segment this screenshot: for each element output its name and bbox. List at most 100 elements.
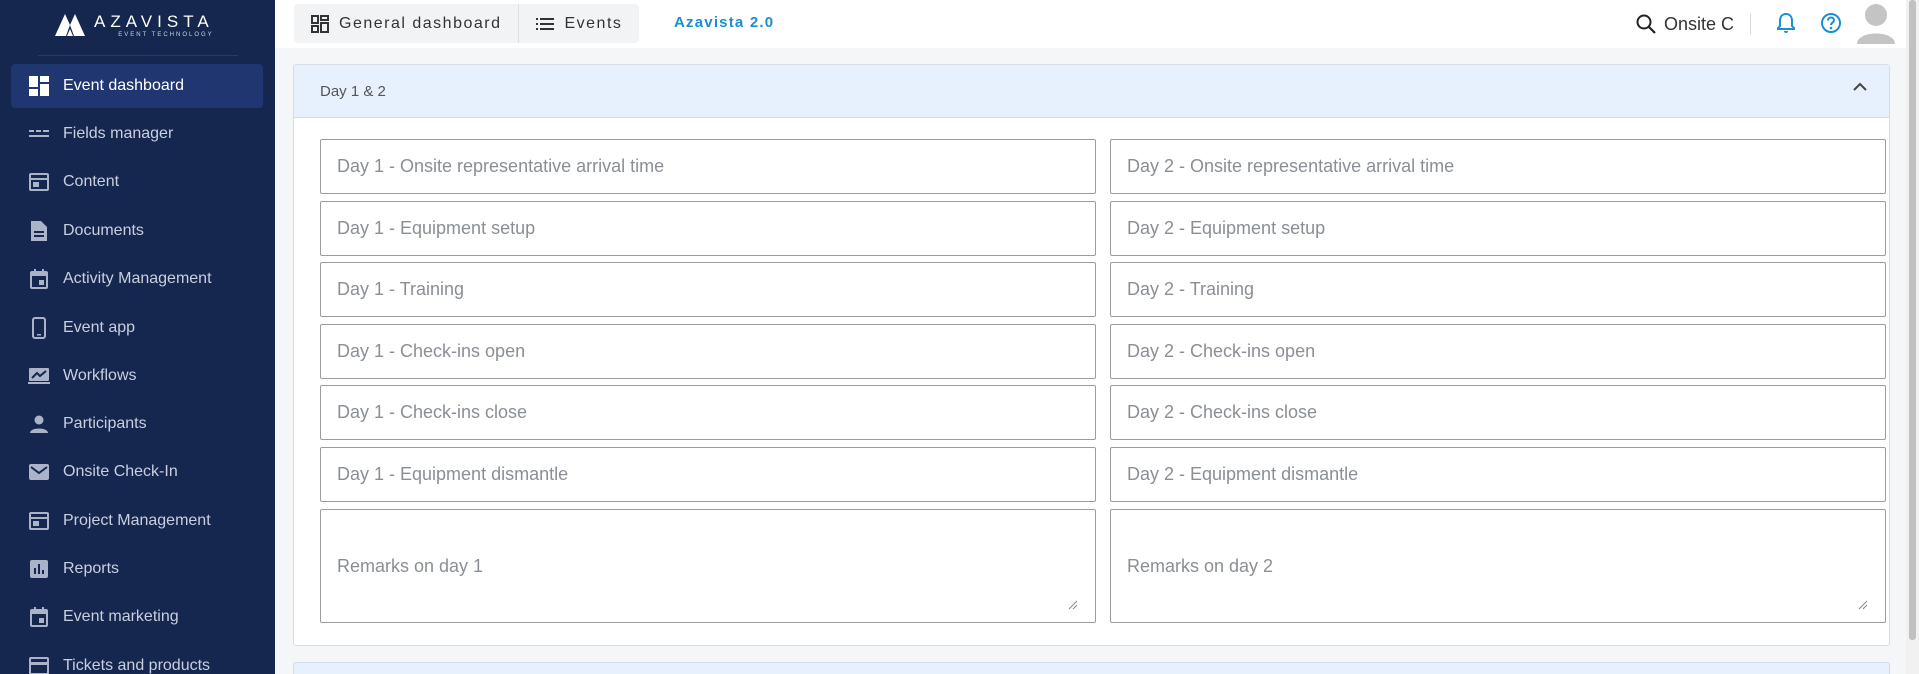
top-tabs: General dashboard Events xyxy=(294,4,640,43)
sidebar-item-label: Project Management xyxy=(63,512,211,529)
sidebar-item-participants[interactable]: Participants xyxy=(11,402,263,446)
resize-grip-icon[interactable] xyxy=(1858,600,1868,610)
sidebar-item-content[interactable]: Content xyxy=(11,160,263,204)
field-placeholder: Day 2 - Onsite representative arrival ti… xyxy=(1127,156,1455,176)
field-placeholder: Remarks on day 2 xyxy=(1127,555,1274,576)
version-link[interactable]: Azavista 2.0 xyxy=(674,14,774,31)
day2-equipment-setup-field[interactable]: Day 2 - Equipment setup xyxy=(1110,201,1886,256)
field-placeholder: Day 2 - Training xyxy=(1127,279,1255,299)
brand-tagline: EVENT TECHNOLOGY xyxy=(118,31,214,38)
azavista-logo-icon xyxy=(55,14,85,36)
day2-remarks-textarea[interactable]: Remarks on day 2 xyxy=(1110,509,1886,623)
field-placeholder: Remarks on day 1 xyxy=(337,555,484,576)
scrollbar-thumb[interactable] xyxy=(1909,0,1916,640)
bell-icon xyxy=(1777,12,1795,33)
field-placeholder: Day 1 - Training xyxy=(337,279,465,299)
panel-header[interactable]: Day 1 & 2 xyxy=(294,65,1889,118)
day1-remarks-textarea[interactable]: Remarks on day 1 xyxy=(320,509,1096,623)
field-placeholder: Day 2 - Check-ins close xyxy=(1127,402,1318,422)
sidebar-item-label: Fields manager xyxy=(63,125,174,142)
person-icon xyxy=(28,413,50,435)
sidebar-item-workflows[interactable]: Workflows xyxy=(11,354,263,398)
sidebar-item-onsite-check-in[interactable]: Onsite Check-In xyxy=(11,450,263,494)
field-placeholder: Day 1 - Check-ins open xyxy=(337,341,526,361)
field-placeholder: Day 1 - Check-ins close xyxy=(337,402,528,422)
next-panel-header[interactable] xyxy=(293,662,1890,674)
divider xyxy=(1750,14,1751,34)
main-content: Day 1 & 2 Day 1 - Onsite representative … xyxy=(275,48,1919,674)
calendar-icon xyxy=(28,268,50,290)
divider xyxy=(38,55,238,56)
brand-name: AZAVISTA xyxy=(94,11,214,31)
sidebar-item-event-app[interactable]: Event app xyxy=(11,306,263,350)
top-bar: General dashboard Events Azavista 2.0 On… xyxy=(275,0,1919,48)
sidebar: AZAVISTA EVENT TECHNOLOGY Event dashboar… xyxy=(0,0,275,674)
sidebar-item-label: Reports xyxy=(63,560,120,577)
sidebar-item-label: Event app xyxy=(63,319,136,336)
chevron-up-icon[interactable] xyxy=(1853,82,1867,91)
reports-icon xyxy=(28,558,50,580)
project-icon xyxy=(28,510,50,532)
resize-grip-icon[interactable] xyxy=(1068,600,1078,610)
document-icon xyxy=(28,220,50,242)
day2-equipment-dismantle-field[interactable]: Day 2 - Equipment dismantle xyxy=(1110,447,1886,502)
help-button[interactable] xyxy=(1820,12,1842,39)
sidebar-item-label: Event marketing xyxy=(63,608,179,625)
logo[interactable]: AZAVISTA EVENT TECHNOLOGY xyxy=(55,10,214,40)
phone-icon xyxy=(28,317,50,339)
tab-label: General dashboard xyxy=(339,14,502,32)
search-button[interactable]: Onsite C xyxy=(1636,10,1734,38)
tab-label: Events xyxy=(564,14,623,32)
day1-check-ins-open-field[interactable]: Day 1 - Check-ins open xyxy=(320,324,1096,379)
fields-icon xyxy=(28,123,50,145)
panel-title: Day 1 & 2 xyxy=(320,83,386,100)
day2-check-ins-close-field[interactable]: Day 2 - Check-ins close xyxy=(1110,385,1886,440)
sidebar-item-project-management[interactable]: Project Management xyxy=(11,499,263,543)
sidebar-item-event-marketing[interactable]: Event marketing xyxy=(11,595,263,639)
mail-icon xyxy=(28,461,50,483)
sidebar-item-event-dashboard[interactable]: Event dashboard xyxy=(11,64,263,108)
sidebar-item-label: Workflows xyxy=(63,367,137,384)
ticket-icon xyxy=(28,655,50,674)
day2-training-field[interactable]: Day 2 - Training xyxy=(1110,262,1886,317)
day1-training-field[interactable]: Day 1 - Training xyxy=(320,262,1096,317)
sidebar-item-fields-manager[interactable]: Fields manager xyxy=(11,112,263,156)
sidebar-item-activity-management[interactable]: Activity Management xyxy=(11,257,263,301)
list-icon xyxy=(536,17,555,30)
field-placeholder: Day 2 - Check-ins open xyxy=(1127,341,1316,361)
day1-arrival-time-field[interactable]: Day 1 - Onsite representative arrival ti… xyxy=(320,139,1096,194)
sidebar-item-reports[interactable]: Reports xyxy=(11,547,263,591)
notifications-button[interactable] xyxy=(1776,12,1796,39)
sidebar-item-documents[interactable]: Documents xyxy=(11,209,263,253)
field-placeholder: Day 1 - Onsite representative arrival ti… xyxy=(337,156,665,176)
content-icon xyxy=(28,171,50,193)
sidebar-item-tickets-and-products[interactable]: Tickets and products xyxy=(11,644,263,674)
user-label: Onsite C xyxy=(1664,13,1735,34)
day2-arrival-time-field[interactable]: Day 2 - Onsite representative arrival ti… xyxy=(1110,139,1886,194)
field-placeholder: Day 1 - Equipment setup xyxy=(337,218,536,238)
day1-check-ins-close-field[interactable]: Day 1 - Check-ins close xyxy=(320,385,1096,440)
day1-equipment-dismantle-field[interactable]: Day 1 - Equipment dismantle xyxy=(320,447,1096,502)
sidebar-item-label: Event dashboard xyxy=(63,77,184,94)
tab-events[interactable]: Events xyxy=(518,4,639,43)
dashboard-icon xyxy=(28,75,50,97)
day1-equipment-setup-field[interactable]: Day 1 - Equipment setup xyxy=(320,201,1096,256)
sidebar-item-label: Content xyxy=(63,173,120,190)
sidebar-item-label: Onsite Check-In xyxy=(63,463,178,480)
day2-check-ins-open-field[interactable]: Day 2 - Check-ins open xyxy=(1110,324,1886,379)
workflow-icon xyxy=(28,365,50,387)
calendar-icon xyxy=(28,606,50,628)
sidebar-item-label: Tickets and products xyxy=(63,657,211,674)
search-icon xyxy=(1636,14,1656,34)
field-placeholder: Day 2 - Equipment setup xyxy=(1127,218,1326,238)
sidebar-item-label: Participants xyxy=(63,415,147,432)
grid-icon xyxy=(311,14,329,33)
sidebar-item-label: Documents xyxy=(63,222,144,239)
sidebar-item-label: Activity Management xyxy=(63,270,212,287)
avatar[interactable] xyxy=(1857,2,1895,44)
avatar-icon xyxy=(1857,4,1895,44)
day-1-2-panel: Day 1 & 2 Day 1 - Onsite representative … xyxy=(293,64,1890,646)
field-placeholder: Day 2 - Equipment dismantle xyxy=(1127,464,1359,484)
tab-general-dashboard[interactable]: General dashboard xyxy=(294,4,518,43)
help-icon xyxy=(1821,13,1841,33)
